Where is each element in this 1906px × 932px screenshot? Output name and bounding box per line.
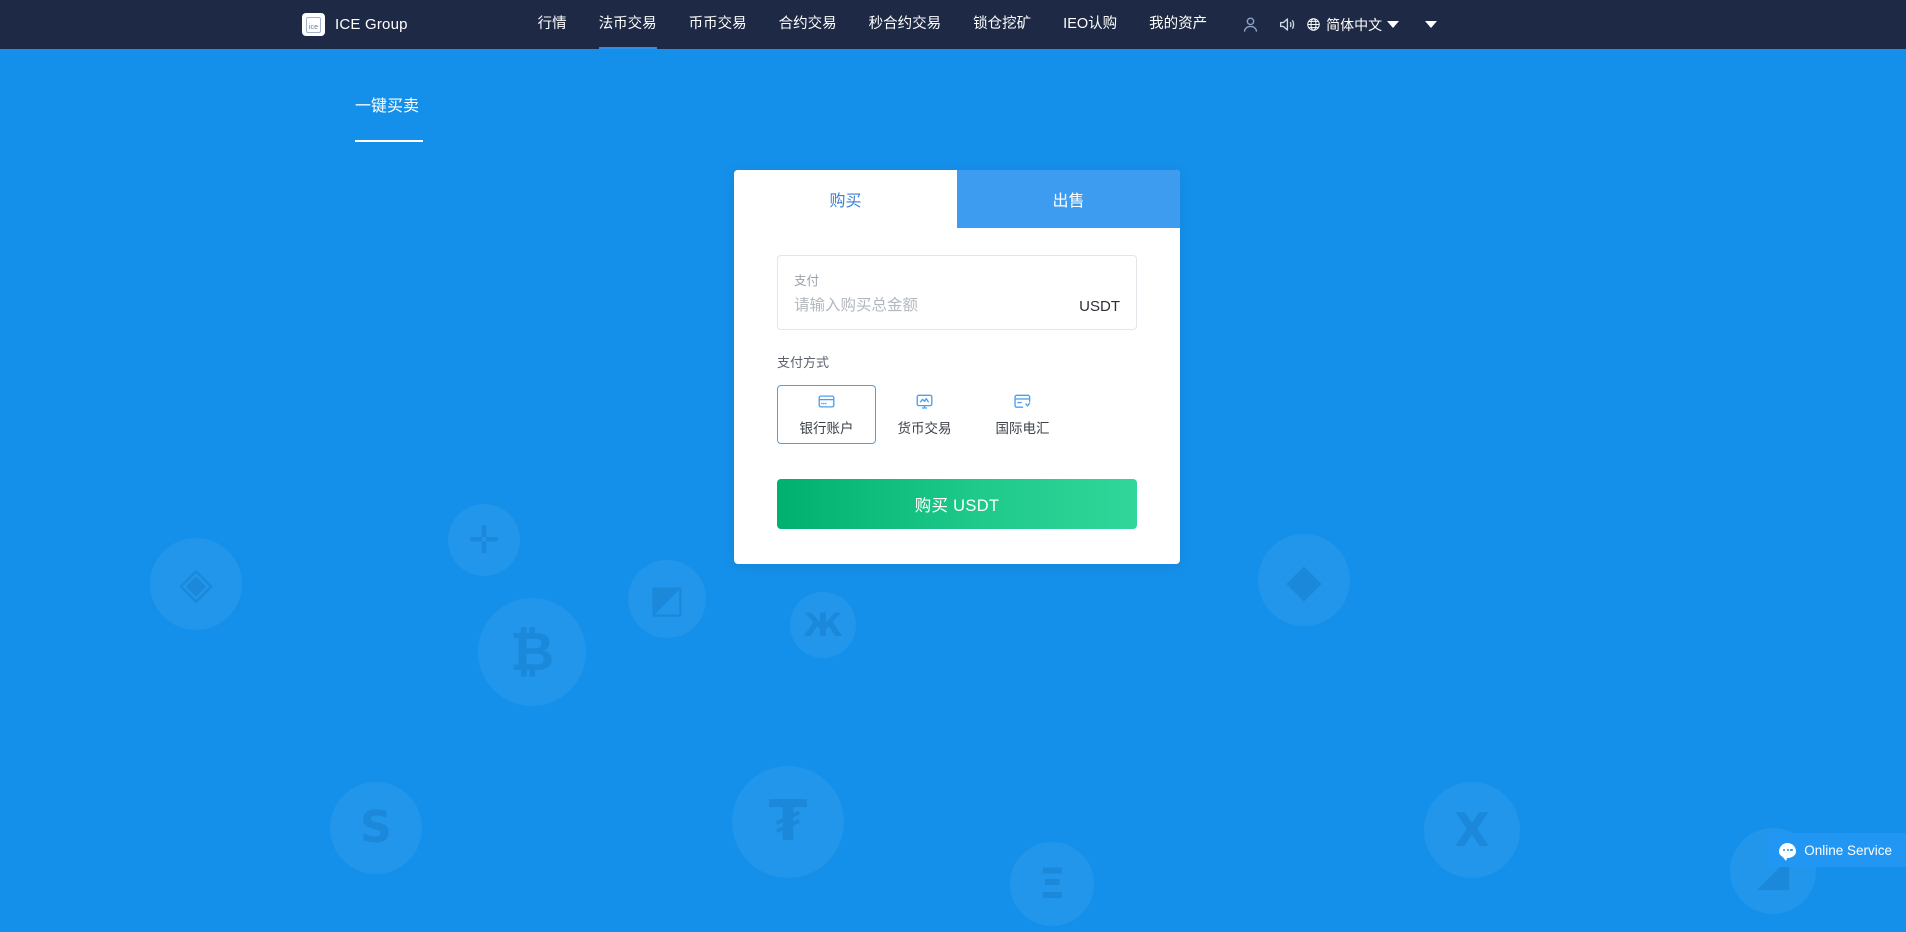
tab-sell[interactable]: 出售 (957, 170, 1180, 228)
payment-method-wire-transfer[interactable]: 国际电汇 (973, 385, 1072, 444)
chat-bubble-icon (1779, 842, 1797, 861)
card-tab-bar: 购买 出售 (734, 170, 1180, 228)
amount-field-label: 支付 (794, 274, 820, 288)
header-extra-chevron-down-icon[interactable] (1425, 21, 1438, 28)
monitor-chart-icon (916, 394, 933, 409)
stellar-coin-icon: S (330, 782, 422, 874)
page-tab-active-underline (355, 140, 423, 142)
credit-card-icon (818, 395, 835, 408)
payment-method-bank-account[interactable]: 银行账户 (777, 385, 876, 444)
payment-method-label: 支付方式 (777, 355, 830, 370)
buy-sell-card: 购买 出售 支付 USDT 支付方式 银行账户 (734, 170, 1180, 564)
brand-logo[interactable]: ice ICE Group (302, 13, 408, 36)
user-icon[interactable] (1241, 15, 1260, 34)
dash-coin-icon: ◩ (628, 560, 706, 638)
top-header: ice ICE Group 行情 法币交易 币币交易 合约交易 秒合约交易 锁仓… (0, 0, 1906, 49)
buy-usdt-button[interactable]: 购买 USDT (777, 479, 1137, 529)
nem-coin-icon: ✛ (448, 504, 520, 576)
language-selector[interactable]: 简体中文 (1306, 15, 1400, 35)
payment-method-group: 银行账户 货币交易 国际电汇 (777, 385, 1137, 444)
ice-logo-text: ice (308, 23, 319, 31)
nav-item-markets[interactable]: 行情 (522, 0, 583, 49)
nav-item-coin-trading[interactable]: 币币交易 (673, 0, 763, 49)
bitcoin-coin-icon: ₿ (478, 598, 586, 706)
nav-item-my-assets[interactable]: 我的资产 (1133, 0, 1223, 49)
payment-method-label-wire: 国际电汇 (995, 421, 1050, 436)
payment-method-label-bank: 银行账户 (799, 421, 854, 436)
tether-coin-icon: ₮ (732, 766, 844, 878)
payment-method-label-currency: 货币交易 (897, 421, 952, 436)
amount-input[interactable] (794, 297, 1023, 315)
nav-item-contract-trading[interactable]: 合约交易 (763, 0, 853, 49)
online-service-widget[interactable]: Online Service (1767, 833, 1906, 867)
eth-classic-coin-icon: Ξ (1010, 842, 1094, 926)
wire-transfer-icon (1014, 394, 1031, 408)
payment-method-currency-trade[interactable]: 货币交易 (875, 385, 974, 444)
page-tab-bar: 一键买卖 (355, 92, 423, 142)
eos-coin-icon: ◈ (150, 538, 242, 630)
monero-coin-icon: Ж (790, 592, 856, 658)
ethereum-coin-icon: ◆ (1258, 534, 1350, 626)
online-service-label: Online Service (1804, 842, 1892, 858)
nav-item-fiat-trading[interactable]: 法币交易 (583, 0, 673, 49)
header-icon-group (1241, 15, 1297, 34)
ripple-coin-icon: X (1424, 782, 1520, 878)
nav-item-seconds-contract[interactable]: 秒合约交易 (853, 0, 958, 49)
globe-icon (1307, 18, 1320, 31)
chevron-down-icon (1387, 21, 1400, 28)
card-body: 支付 USDT 支付方式 银行账户 (734, 228, 1180, 564)
amount-unit-label: USDT (1079, 297, 1120, 315)
brand-name: ICE Group (335, 16, 408, 33)
main-nav: 行情 法币交易 币币交易 合约交易 秒合约交易 锁仓挖矿 IEO认购 我的资产 (522, 0, 1223, 49)
tab-buy[interactable]: 购买 (734, 170, 957, 228)
nav-item-lock-mining[interactable]: 锁仓挖矿 (957, 0, 1047, 49)
nav-item-ieo[interactable]: IEO认购 (1047, 0, 1133, 49)
sound-icon[interactable] (1277, 15, 1297, 34)
ice-logo-icon: ice (302, 13, 325, 36)
amount-field-group: 支付 USDT (777, 255, 1137, 330)
language-label: 简体中文 (1326, 16, 1383, 33)
page-tab-one-click-trade[interactable]: 一键买卖 (355, 92, 419, 128)
